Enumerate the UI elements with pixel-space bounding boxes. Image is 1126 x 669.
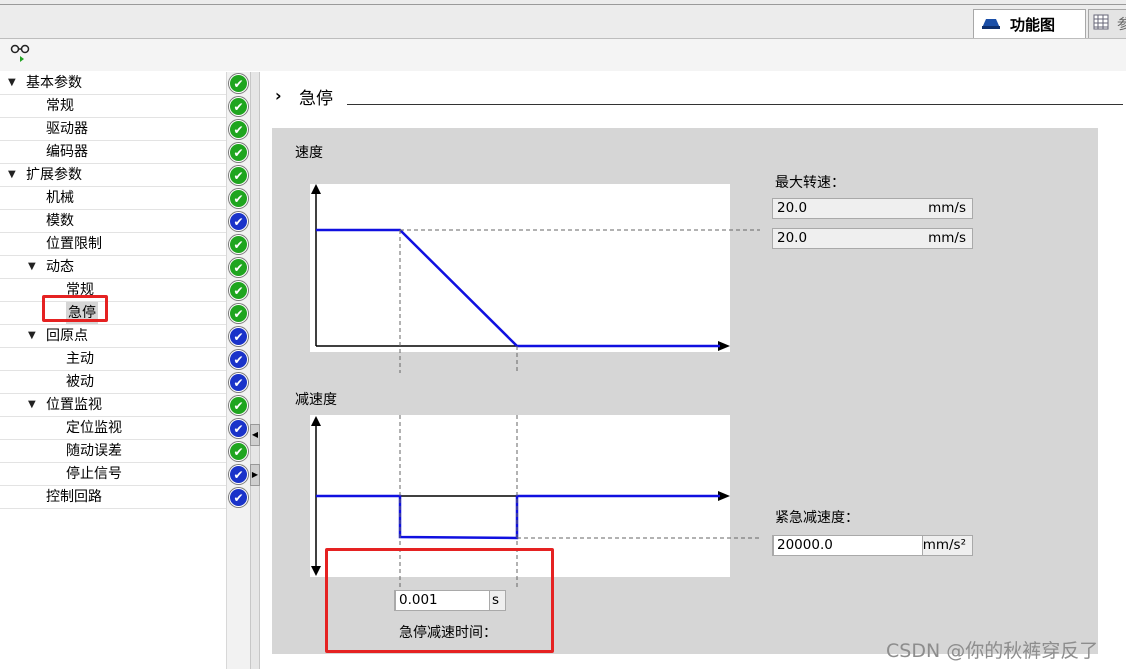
expand-arrow-icon[interactable]: ▼ — [28, 325, 36, 347]
watermark-text: CSDN @你的秋裤穿反了 — [886, 640, 1099, 662]
function-view-icon — [980, 14, 1002, 34]
chevron-right-icon[interactable]: › — [275, 86, 282, 105]
status-column: ✔ ✔ ✔ ✔ ✔ ✔ ✔ ✔ ✔ ✔ ✔ ✔ ✔ ✔ ✔ ✔ ✔ ✔ ✔ — [226, 72, 251, 669]
highlight-decel-time — [325, 548, 554, 653]
tree-item-label: 主动 — [66, 351, 94, 367]
status-ok-icon: ✔ — [229, 442, 248, 461]
tree-item[interactable]: 机械 — [0, 187, 226, 210]
tab-function-view-label: 功能图 — [1010, 15, 1056, 34]
status-default-icon: ✔ — [229, 212, 248, 231]
status-default-icon: ✔ — [229, 327, 248, 346]
max-speed-field: 20.0 mm/s — [772, 198, 973, 219]
tree-item[interactable]: 随动误差 — [0, 440, 226, 463]
status-default-icon: ✔ — [229, 465, 248, 484]
status-ok-icon: ✔ — [229, 258, 248, 277]
status-default-icon: ✔ — [229, 419, 248, 438]
panel-splitter[interactable] — [250, 72, 260, 669]
status-ok-icon: ✔ — [229, 74, 248, 93]
tree-item[interactable]: 位置限制 — [0, 233, 226, 256]
tree-item[interactable]: ▼ 动态 — [0, 256, 226, 279]
tree-item[interactable]: 停止信号 — [0, 463, 226, 486]
status-ok-icon: ✔ — [229, 235, 248, 254]
tree-item[interactable]: ▼ 回原点 — [0, 325, 226, 348]
tree-item[interactable]: 定位监视 — [0, 417, 226, 440]
emergency-decel-label: 紧急减速度： — [775, 510, 859, 526]
emergency-decel-value: 20000.0 — [777, 537, 833, 553]
max-speed-unit-2: mm/s — [928, 230, 966, 246]
tree-item[interactable]: ▼ 基本参数 — [0, 72, 226, 95]
glasses-icon[interactable] — [10, 44, 32, 68]
decel-time-value: 0.001 — [399, 592, 438, 608]
expand-arrow-icon[interactable]: ▼ — [28, 256, 36, 278]
status-ok-icon: ✔ — [229, 97, 248, 116]
tab-parameter-view-label: 参 — [1117, 17, 1126, 33]
tree-item-label: 停止信号 — [66, 466, 122, 482]
status-ok-icon: ✔ — [229, 120, 248, 139]
top-divider — [0, 4, 1126, 5]
status-ok-icon: ✔ — [229, 143, 248, 162]
max-speed-value: 20.0 — [777, 200, 808, 216]
tree-item-label: 被动 — [66, 374, 94, 390]
tab-function-view[interactable]: 功能图 — [973, 9, 1086, 38]
tree-item[interactable]: 编码器 — [0, 141, 226, 164]
max-speed-field-2: 20.0 mm/s — [772, 228, 973, 249]
tree-item-label: 常规 — [46, 98, 74, 114]
emergency-decel-field[interactable]: 20000.0 mm/s² — [772, 535, 973, 556]
navigation-tree: ▼ 基本参数 常规 驱动器 编码器 ▼ 扩展参数 机械 模数 位置限制 ▼ 动态 常规 急停 ▼ 回原点 主动被… — [0, 72, 226, 509]
expand-arrow-icon[interactable]: ▼ — [8, 164, 16, 186]
tree-item[interactable]: 常规 — [0, 279, 226, 302]
emergency-decel-unit: mm/s² — [922, 537, 966, 553]
status-ok-icon: ✔ — [229, 304, 248, 323]
status-default-icon: ✔ — [229, 350, 248, 369]
status-ok-icon: ✔ — [229, 166, 248, 185]
expand-right-button[interactable]: ▶ — [250, 464, 260, 486]
speed-plot-area — [310, 184, 730, 352]
max-speed-value-2: 20.0 — [777, 230, 808, 246]
tree-item-label: 位置限制 — [46, 236, 102, 252]
status-default-icon: ✔ — [229, 373, 248, 392]
expand-arrow-icon[interactable]: ▼ — [28, 394, 36, 416]
tree-item[interactable]: ▼ 位置监视 — [0, 394, 226, 417]
tree-item-label: 扩展参数 — [26, 167, 82, 183]
tree-item-label: 控制回路 — [46, 489, 102, 505]
top-bar — [0, 0, 1126, 39]
tree-item-label: 随动误差 — [66, 443, 122, 459]
collapse-left-button[interactable]: ◀ — [250, 424, 260, 446]
tree-item[interactable]: 控制回路 — [0, 486, 226, 509]
expand-arrow-icon[interactable]: ▼ — [8, 72, 16, 94]
tree-item[interactable]: ▼ 扩展参数 — [0, 164, 226, 187]
section-rule — [347, 104, 1123, 105]
toolbar — [0, 39, 1126, 71]
tree-item-label: 编码器 — [46, 144, 88, 160]
tree-item-label: 驱动器 — [46, 121, 88, 137]
max-speed-label: 最大转速： — [775, 175, 845, 191]
tree-item[interactable]: 模数 — [0, 210, 226, 233]
tree-item-label: 基本参数 — [26, 75, 82, 91]
max-speed-unit: mm/s — [928, 200, 966, 216]
tree-item[interactable]: 驱动器 — [0, 118, 226, 141]
tree-item-label: 位置监视 — [46, 397, 102, 413]
section-header: › 急停 — [275, 84, 1123, 109]
table-view-icon — [1093, 14, 1109, 34]
status-ok-icon: ✔ — [229, 189, 248, 208]
tree-item-label: 模数 — [46, 213, 74, 229]
tree-item[interactable]: 主动 — [0, 348, 226, 371]
tree-item-label: 回原点 — [46, 328, 88, 344]
section-title: 急停 — [299, 89, 333, 109]
tree-item[interactable]: 被动 — [0, 371, 226, 394]
status-ok-icon: ✔ — [229, 396, 248, 415]
status-ok-icon: ✔ — [229, 281, 248, 300]
tree-item-label: 动态 — [46, 259, 74, 275]
tree-item-label: 定位监视 — [66, 420, 122, 436]
highlight-tree-emergency-stop — [42, 295, 108, 322]
status-default-icon: ✔ — [229, 488, 248, 507]
tree-item-label: 机械 — [46, 190, 74, 206]
tab-parameter-view[interactable]: 参 — [1088, 9, 1126, 38]
tree-item[interactable]: 急停 — [0, 302, 226, 325]
tree-item[interactable]: 常规 — [0, 95, 226, 118]
